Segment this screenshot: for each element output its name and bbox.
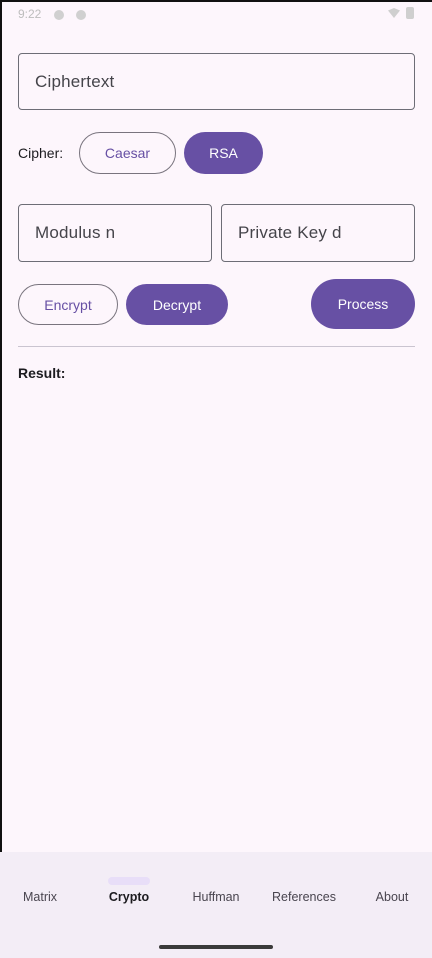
nav-item-matrix[interactable]: Matrix bbox=[23, 890, 57, 904]
result-label: Result: bbox=[18, 365, 66, 381]
private-key-input[interactable]: Private Key d bbox=[221, 204, 415, 262]
wifi-icon bbox=[388, 8, 400, 18]
status-icons bbox=[388, 7, 414, 19]
modulus-placeholder: Modulus n bbox=[35, 223, 116, 242]
rsa-label: RSA bbox=[209, 145, 238, 161]
encrypt-label: Encrypt bbox=[44, 296, 92, 313]
cipher-label: Cipher: bbox=[18, 145, 64, 161]
status-bar: 9:22 bbox=[0, 2, 432, 30]
nav-item-references[interactable]: References bbox=[272, 890, 336, 904]
status-time: 9:22 bbox=[18, 7, 42, 21]
nav-item-crypto[interactable]: Crypto bbox=[109, 890, 149, 904]
process-label: Process bbox=[337, 296, 389, 312]
window-left-border bbox=[0, 0, 2, 958]
encrypt-button[interactable]: Encrypt bbox=[18, 284, 118, 325]
gesture-home-bar[interactable] bbox=[159, 945, 273, 949]
battery-icon bbox=[406, 7, 414, 19]
notification-status-icon bbox=[76, 10, 86, 20]
section-divider bbox=[18, 346, 415, 347]
process-button[interactable]: Process bbox=[311, 279, 415, 329]
settings-status-icon bbox=[54, 10, 64, 20]
bottom-navigation: Matrix Crypto Huffman References About bbox=[0, 852, 432, 958]
private-key-placeholder: Private Key d bbox=[238, 223, 342, 242]
decrypt-label: Decrypt bbox=[152, 296, 202, 313]
crypto-active-indicator bbox=[108, 877, 150, 885]
ciphertext-input[interactable]: Ciphertext bbox=[18, 53, 415, 110]
decrypt-button[interactable]: Decrypt bbox=[126, 284, 228, 325]
caesar-label: Caesar bbox=[104, 145, 151, 161]
modulus-input[interactable]: Modulus n bbox=[18, 204, 212, 262]
caesar-cipher-button[interactable]: Caesar bbox=[79, 132, 176, 174]
rsa-cipher-button[interactable]: RSA bbox=[184, 132, 263, 174]
nav-item-about[interactable]: About bbox=[376, 890, 409, 904]
nav-item-huffman[interactable]: Huffman bbox=[192, 890, 239, 904]
ciphertext-placeholder: Ciphertext bbox=[35, 71, 115, 91]
